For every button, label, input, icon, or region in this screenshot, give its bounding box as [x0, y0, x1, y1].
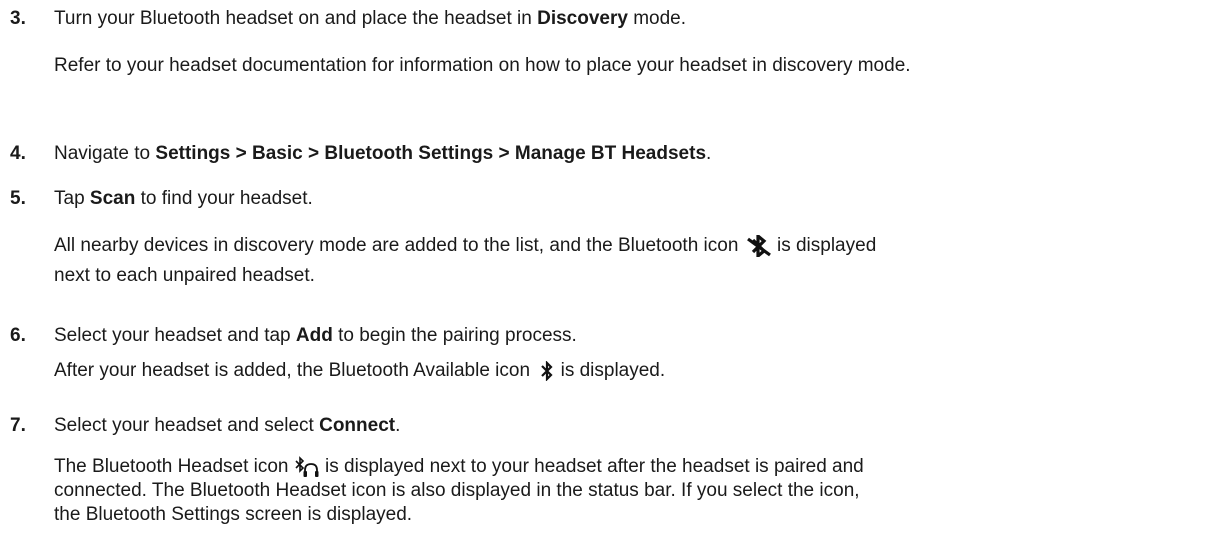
step-text: Turn your Bluetooth headset on and place…: [54, 8, 686, 30]
bluetooth-headset-icon: [294, 456, 320, 478]
step-number: 4.: [10, 143, 26, 164]
step-text-post: to find your headset.: [135, 188, 313, 209]
step-text-pre: Select your headset and select: [54, 415, 320, 436]
step-text-pre: Select your headset and tap: [54, 325, 296, 346]
step-number: 7.: [10, 415, 26, 436]
step-detail-post: is displayed.: [555, 360, 666, 381]
step-detail-pre: After your headset is added, the Bluetoo…: [54, 360, 531, 381]
step-text: Select your headset and select Connect.: [54, 415, 400, 437]
step-text-bold: Connect: [319, 415, 396, 436]
step-number: 3.: [10, 8, 26, 29]
step-detail-line3: the Bluetooth Settings screen is display…: [54, 504, 413, 525]
step-detail-pre: The Bluetooth Headset icon: [54, 456, 289, 477]
bluetooth-unpaired-icon: [746, 234, 772, 257]
step-number: 6.: [10, 325, 26, 346]
step-text-pre: Turn your Bluetooth headset on and place…: [54, 8, 538, 29]
step-text-post: mode.: [627, 8, 687, 29]
step-text-post: .: [706, 143, 712, 164]
step-detail: All nearby devices in discovery mode are…: [54, 231, 1194, 291]
step-text-bold: Add: [295, 325, 333, 346]
step-text-post: to begin the pairing process.: [332, 325, 577, 346]
step-text: Navigate to Settings > Basic > Bluetooth…: [54, 143, 711, 165]
step-detail-post: is displayed: [771, 235, 877, 256]
step-text: Select your headset and tap Add to begin…: [54, 325, 577, 347]
step-detail-post: is displayed next to your headset after …: [319, 456, 864, 477]
step-detail: Refer to your headset documentation for …: [54, 55, 911, 76]
step-detail-line2: connected. The Bluetooth Headset icon is…: [54, 480, 860, 501]
step-detail: The Bluetooth Headset icon is displayed …: [54, 455, 1194, 527]
step-text: Tap Scan to find your headset.: [54, 188, 313, 210]
step-detail: After your headset is added, the Bluetoo…: [54, 358, 1194, 383]
step-detail-line2: next to each unpaired headset.: [54, 265, 315, 286]
bluetooth-available-icon: [539, 360, 555, 381]
step-text-bold: Scan: [89, 188, 136, 209]
step-text-pre: Tap: [54, 188, 90, 209]
step-text-bold: Settings > Basic > Bluetooth Settings > …: [155, 143, 707, 164]
step-number: 5.: [10, 188, 26, 209]
step-detail-pre: All nearby devices in discovery mode are…: [54, 235, 739, 256]
step-text-pre: Navigate to: [54, 143, 156, 164]
step-text-bold: Discovery: [537, 8, 628, 29]
step-text-post: .: [395, 415, 401, 436]
